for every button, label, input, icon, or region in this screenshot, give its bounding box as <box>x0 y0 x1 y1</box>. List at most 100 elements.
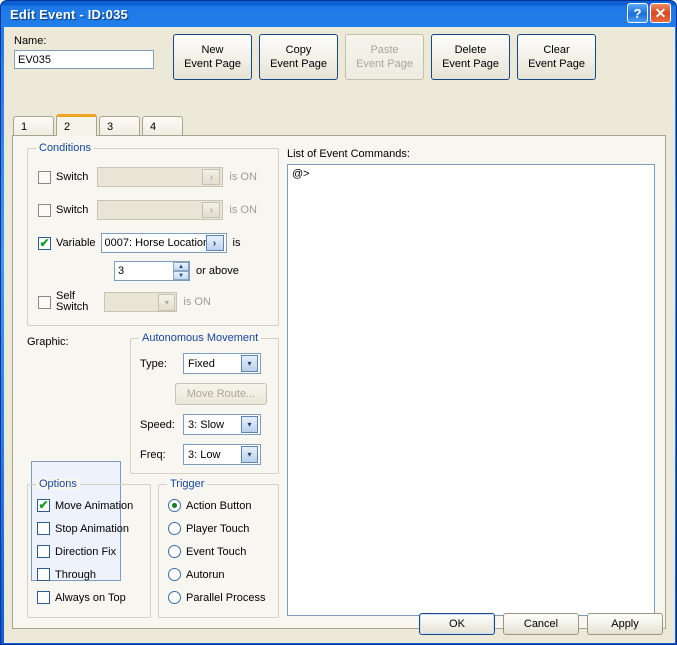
movement-type-dropdown[interactable]: Fixed ▾ <box>183 353 261 374</box>
title-bar[interactable]: Edit Event - ID:035 ? ✕ <box>4 1 673 27</box>
trigger-autorun-radio[interactable] <box>168 568 181 581</box>
event-page-button-group: New Event Page Copy Event Page Paste Eve… <box>173 34 596 80</box>
copy-event-page-line1: Copy <box>285 44 312 56</box>
options-legend: Options <box>36 478 80 490</box>
paste-event-page-line2: Event Page <box>356 58 413 70</box>
new-event-page-button[interactable]: New Event Page <box>173 34 252 80</box>
condition-switch-2-combo: › <box>97 200 224 220</box>
option-move-animation[interactable]: ✔ Move Animation <box>37 499 133 512</box>
movement-type-value: Fixed <box>188 357 215 370</box>
chevron-right-icon: › <box>202 202 221 218</box>
command-list-label: List of Event Commands: <box>287 148 410 160</box>
close-icon[interactable]: ✕ <box>650 3 671 23</box>
trigger-parallel-process-radio[interactable] <box>168 591 181 604</box>
condition-self-switch-suffix: is ON <box>183 296 211 308</box>
event-command-list[interactable]: @> <box>287 164 655 616</box>
option-direction-fix[interactable]: Direction Fix <box>37 545 116 558</box>
trigger-action-button[interactable]: Action Button <box>168 499 251 512</box>
radio-dot-icon <box>172 503 177 508</box>
condition-switch-1-row: Switch › is ON <box>38 167 257 187</box>
copy-event-page-button[interactable]: Copy Event Page <box>259 34 338 80</box>
command-list-item[interactable]: @> <box>292 168 650 181</box>
condition-variable-amount-stepper[interactable]: 3 ▲ ▼ <box>114 261 190 281</box>
checkmark-icon: ✔ <box>39 235 50 250</box>
graphic-label: Graphic: <box>27 336 69 348</box>
trigger-action-button-radio[interactable] <box>168 499 181 512</box>
condition-switch-1-checkbox[interactable] <box>38 170 51 184</box>
condition-switch-2-checkbox[interactable] <box>38 203 51 217</box>
autonomous-movement-legend: Autonomous Movement <box>139 332 262 344</box>
condition-self-switch-checkbox[interactable] <box>38 295 51 309</box>
trigger-legend: Trigger <box>167 478 208 490</box>
option-move-animation-checkbox[interactable]: ✔ <box>37 499 50 512</box>
window-title: Edit Event - ID:035 <box>10 6 128 22</box>
option-through-checkbox[interactable] <box>37 568 50 581</box>
option-through-label: Through <box>55 568 96 581</box>
delete-event-page-line1: Delete <box>454 44 487 56</box>
option-always-on-top[interactable]: Always on Top <box>37 591 126 604</box>
option-through[interactable]: Through <box>37 568 96 581</box>
cancel-button[interactable]: Cancel <box>503 613 579 635</box>
condition-switch-2-suffix: is ON <box>229 204 257 216</box>
movement-freq-row: Freq: 3: Low ▾ <box>140 444 261 465</box>
movement-speed-dropdown[interactable]: 3: Slow ▾ <box>183 414 261 435</box>
condition-switch-2-row: Switch › is ON <box>38 200 257 220</box>
condition-self-switch-dropdown: ▾ <box>104 292 178 312</box>
delete-event-page-button[interactable]: Delete Event Page <box>431 34 510 80</box>
conditions-group: Conditions Switch › is ON Switch › is ON… <box>27 142 279 326</box>
help-icon[interactable]: ? <box>627 3 648 23</box>
option-direction-fix-checkbox[interactable] <box>37 545 50 558</box>
condition-variable-amount-row: 3 ▲ ▼ or above <box>114 261 239 281</box>
conditions-legend: Conditions <box>36 142 94 154</box>
movement-freq-dropdown[interactable]: 3: Low ▾ <box>183 444 261 465</box>
copy-event-page-line2: Event Page <box>270 58 327 70</box>
paste-event-page-button: Paste Event Page <box>345 34 424 80</box>
stepper-up-icon[interactable]: ▲ <box>173 262 189 271</box>
tab-page-3[interactable]: 3 <box>99 116 140 136</box>
clear-event-page-line1: Clear <box>543 44 570 56</box>
name-label: Name: <box>14 35 47 47</box>
tab-page-2[interactable]: 2 <box>56 114 97 136</box>
condition-switch-1-combo: › <box>97 167 224 187</box>
trigger-autorun[interactable]: Autorun <box>168 568 225 581</box>
condition-variable-amount-suffix: or above <box>196 265 239 277</box>
clear-event-page-button[interactable]: Clear Event Page <box>517 34 596 80</box>
option-stop-animation-checkbox[interactable] <box>37 522 50 535</box>
trigger-player-touch[interactable]: Player Touch <box>168 522 249 535</box>
tab-page-1[interactable]: 1 <box>13 116 54 136</box>
condition-variable-label: Variable <box>56 237 96 249</box>
chevron-down-icon[interactable]: ▾ <box>241 446 258 463</box>
new-event-page-line1: New <box>201 44 224 56</box>
event-name-input[interactable] <box>14 50 154 69</box>
movement-type-label: Type: <box>140 357 167 370</box>
condition-variable-row: ✔ Variable 0007: Horse Location › is <box>38 233 241 253</box>
ok-button[interactable]: OK <box>419 613 495 635</box>
dialog-client-area: Name: New Event Page Copy Event Page Pas… <box>4 27 675 643</box>
tab-page-4[interactable]: 4 <box>142 116 183 136</box>
option-stop-animation-label: Stop Animation <box>55 522 129 535</box>
autonomous-movement-group: Autonomous Movement Type: Fixed ▾ Move R… <box>130 332 279 474</box>
clear-event-page-line2: Event Page <box>528 58 585 70</box>
trigger-parallel-process-label: Parallel Process <box>186 591 266 604</box>
name-block: Name: <box>14 35 154 69</box>
chevron-right-icon[interactable]: › <box>205 235 224 251</box>
option-stop-animation[interactable]: Stop Animation <box>37 522 129 535</box>
trigger-player-touch-label: Player Touch <box>186 522 250 535</box>
condition-variable-combo[interactable]: 0007: Horse Location › <box>100 233 227 253</box>
option-always-on-top-checkbox[interactable] <box>37 591 50 604</box>
trigger-parallel-process[interactable]: Parallel Process <box>168 591 265 604</box>
condition-variable-checkbox[interactable]: ✔ <box>38 235 51 250</box>
chevron-down-icon[interactable]: ▾ <box>241 355 258 372</box>
apply-button[interactable]: Apply <box>587 613 663 635</box>
trigger-player-touch-radio[interactable] <box>168 522 181 535</box>
stepper-arrows[interactable]: ▲ ▼ <box>173 262 189 280</box>
condition-variable-suffix: is <box>232 237 241 249</box>
condition-switch-1-suffix: is ON <box>229 171 257 183</box>
movement-speed-value: 3: Slow <box>188 418 225 431</box>
trigger-event-touch-radio[interactable] <box>168 545 181 558</box>
stepper-down-icon[interactable]: ▼ <box>173 271 189 280</box>
trigger-event-touch[interactable]: Event Touch <box>168 545 246 558</box>
condition-self-switch-row: Self Switch ▾ is ON <box>38 291 211 313</box>
movement-speed-row: Speed: 3: Slow ▾ <box>140 414 261 435</box>
chevron-down-icon[interactable]: ▾ <box>241 416 258 433</box>
